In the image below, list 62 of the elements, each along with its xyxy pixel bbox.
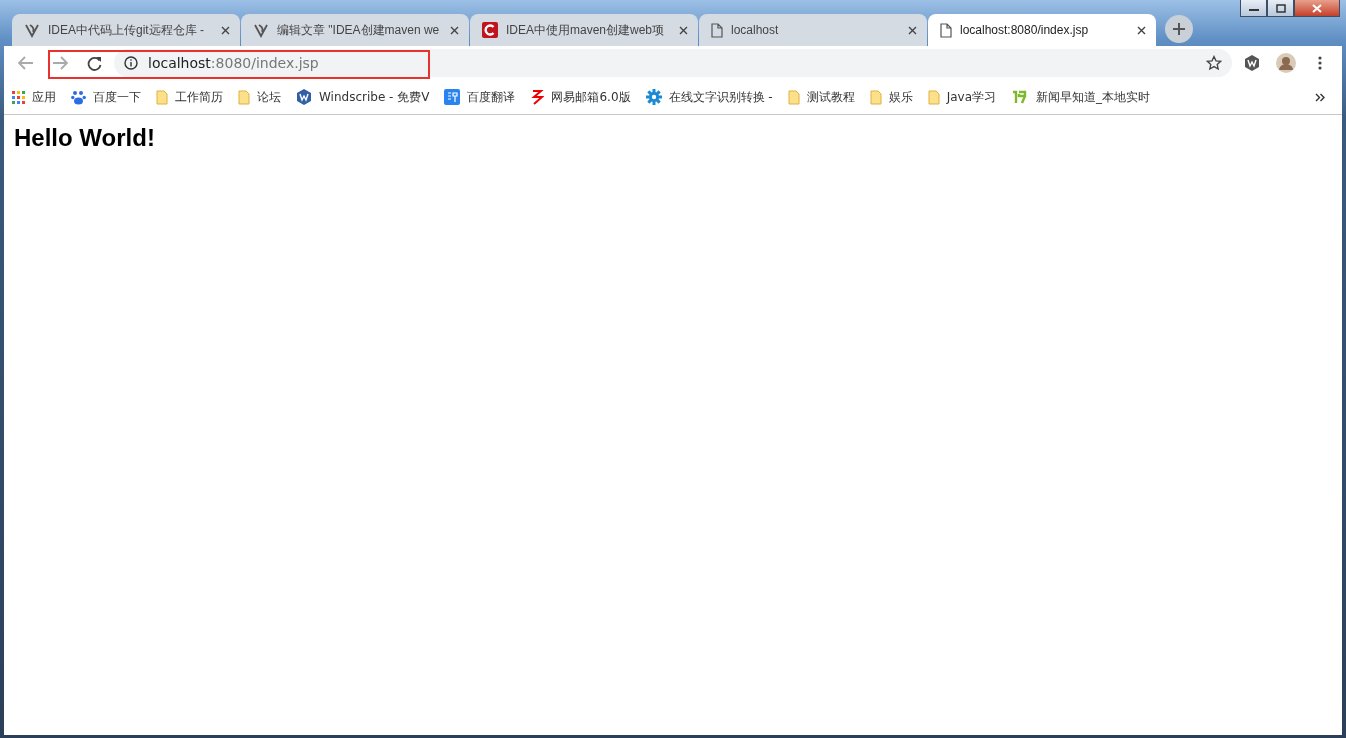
script-logo-icon [24, 22, 40, 38]
tab-title: 编辑文章 "IDEA创建maven we [277, 21, 441, 39]
close-icon [679, 25, 688, 35]
bookmark-item[interactable]: 百度翻译 [444, 88, 516, 106]
folder-icon [787, 89, 800, 105]
bookmark-item[interactable]: Java学习 [927, 88, 997, 106]
minimize-button[interactable] [1240, 0, 1267, 17]
bookmark-item[interactable]: 网易邮箱6.0版 [530, 88, 631, 106]
folder-icon [927, 89, 940, 105]
double-chevron-icon [1315, 92, 1325, 102]
bookmark-item[interactable]: 在线文字识别转换 - [645, 88, 773, 106]
document-icon [940, 22, 952, 38]
bookmark-item[interactable]: 应用 [12, 88, 56, 106]
w-logo-icon [1244, 55, 1260, 71]
browser-tab[interactable]: IDEA中代码上传git远程仓库 - [12, 14, 240, 46]
script-logo-icon [253, 22, 269, 38]
avatar-icon [1276, 53, 1296, 73]
bookmark-item[interactable]: Windscribe - 免费V [296, 88, 430, 106]
bookmark-item[interactable]: 娱乐 [869, 88, 913, 106]
info-icon [124, 56, 138, 70]
folder-icon [156, 89, 168, 105]
folder-icon [869, 89, 882, 105]
browser-tab[interactable]: IDEA中使用maven创建web项 [470, 14, 698, 46]
back-arrow-icon [18, 56, 34, 70]
close-button[interactable] [1294, 0, 1340, 17]
new-tab-button[interactable] [1165, 15, 1193, 43]
page-heading: Hello World! [14, 124, 156, 152]
folder-icon [238, 89, 250, 105]
browser-tab[interactable]: 编辑文章 "IDEA创建maven we [241, 14, 469, 46]
paw-icon [71, 89, 86, 105]
apps-grid-icon [12, 90, 25, 104]
address-bar[interactable]: localhost:8080/index.jsp [114, 49, 1232, 77]
bookmark-item[interactable]: 新闻早知道_本地实时 [1011, 88, 1151, 106]
translate-icon [444, 89, 461, 105]
close-icon [1137, 25, 1146, 35]
c-logo-icon [482, 22, 498, 38]
tab-title: IDEA中代码上传git远程仓库 - [48, 21, 205, 39]
document-icon [711, 22, 723, 38]
maximize-icon [1275, 3, 1286, 13]
gear-icon [645, 89, 662, 105]
w-logo-icon [296, 89, 312, 105]
browser-tab[interactable]: localhost:8080/index.jsp [928, 14, 1156, 46]
bookmark-item[interactable]: 论坛 [238, 88, 281, 106]
close-icon [450, 25, 459, 35]
bookmark-item[interactable]: 工作简历 [156, 88, 223, 106]
tab-title: localhost:8080/index.jsp [960, 23, 1090, 37]
bookmark-item[interactable]: 测试教程 [787, 88, 855, 106]
mail-logo-icon [530, 89, 545, 105]
tab-title: IDEA中使用maven创建web项 [506, 21, 666, 39]
menu-dots-icon [1318, 56, 1322, 70]
tab-title: localhost [731, 23, 780, 37]
url-text: localhost:8080/index.jsp [148, 55, 319, 71]
star-icon [1206, 55, 1222, 71]
close-icon [221, 25, 230, 35]
maximize-button[interactable] [1267, 0, 1294, 17]
bookmark-item[interactable]: 百度一下 [71, 88, 141, 106]
plus-icon [1173, 23, 1185, 35]
close-icon [908, 25, 917, 35]
reload-icon [86, 55, 102, 71]
browser-tab[interactable]: localhost [699, 14, 927, 46]
forward-arrow-icon [52, 56, 68, 70]
close-icon [1312, 3, 1322, 13]
